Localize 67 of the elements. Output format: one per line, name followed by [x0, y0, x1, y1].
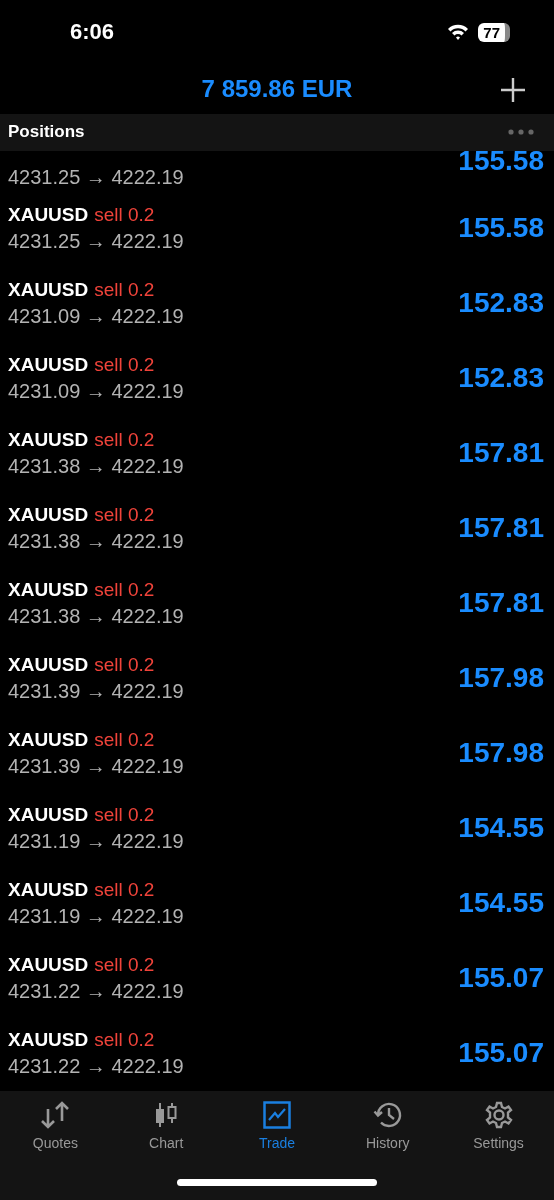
price-range: 4231.22 → 4222.19	[8, 979, 184, 1003]
order-side: sell 0.2	[94, 203, 155, 226]
symbol-label: XAUUSD	[8, 878, 89, 901]
order-side: sell 0.2	[94, 503, 155, 526]
order-side: sell 0.2	[94, 803, 155, 826]
profit-value: 157.81	[458, 437, 544, 470]
symbol-label: XAUUSD	[8, 278, 89, 301]
profit-value: 154.55	[458, 812, 544, 845]
price-range: 4231.38 → 4222.19	[8, 529, 184, 553]
settings-icon	[484, 1100, 513, 1129]
order-side: sell 0.2	[94, 728, 155, 751]
symbol-label: XAUUSD	[8, 1028, 89, 1051]
order-side: sell 0.2	[94, 653, 155, 676]
profit-value: 157.98	[458, 737, 544, 770]
order-side: sell 0.2	[94, 953, 155, 976]
price-range: 4231.38 → 4222.19	[8, 454, 184, 478]
profit-value: 152.83	[458, 287, 544, 320]
more-icon[interactable]	[508, 129, 534, 136]
price-range: 4231.25 → 4222.19	[8, 165, 184, 189]
symbol-label: XAUUSD	[8, 728, 89, 751]
price-range: 4231.39 → 4222.19	[8, 679, 184, 703]
section-title: Positions	[8, 122, 85, 143]
price-range: 4231.39 → 4222.19	[8, 754, 184, 778]
wifi-icon	[446, 23, 471, 42]
price-range: 4231.22 → 4222.19	[8, 1054, 184, 1078]
tab-item[interactable]: Chart	[110, 1100, 222, 1151]
tab-item[interactable]: History	[332, 1100, 444, 1151]
price-range: 4231.19 → 4222.19	[8, 904, 184, 928]
tab-item[interactable]: Settings	[443, 1100, 554, 1151]
order-side: sell 0.2	[94, 428, 155, 451]
price-range: 4231.09 → 4222.19	[8, 304, 184, 328]
order-side: sell 0.2	[94, 278, 155, 301]
symbol-label: XAUUSD	[8, 653, 89, 676]
symbol-label: XAUUSD	[8, 503, 89, 526]
profit-value: 157.81	[458, 512, 544, 545]
order-side: sell 0.2	[94, 578, 155, 601]
order-side: sell 0.2	[94, 878, 155, 901]
status-time: 6:06	[70, 19, 115, 46]
profit-value: 155.58	[458, 150, 544, 177]
battery-indicator: 77	[478, 22, 510, 42]
candlestick-icon	[154, 1100, 179, 1129]
add-icon[interactable]	[500, 76, 526, 103]
price-range: 4231.19 → 4222.19	[8, 829, 184, 853]
profit-value: 152.83	[458, 362, 544, 395]
profit-value: 157.81	[458, 587, 544, 620]
profit-value: 157.98	[458, 662, 544, 695]
profit-value: 155.07	[458, 962, 544, 995]
profit-value: 155.58	[458, 212, 544, 245]
tab-item[interactable]: Trade	[221, 1100, 333, 1151]
price-range: 4231.25 → 4222.19	[8, 229, 184, 253]
tab-item[interactable]: Quotes	[0, 1100, 111, 1151]
symbol-label: XAUUSD	[8, 353, 89, 376]
symbol-label: XAUUSD	[8, 203, 89, 226]
symbol-label: XAUUSD	[8, 428, 89, 451]
symbol-label: XAUUSD	[8, 953, 89, 976]
line-chart-icon	[263, 1100, 291, 1129]
profit-value: 155.07	[458, 1037, 544, 1070]
order-side: sell 0.2	[94, 353, 155, 376]
symbol-label: XAUUSD	[8, 578, 89, 601]
price-range: 4231.09 → 4222.19	[8, 379, 184, 403]
profit-value: 154.55	[458, 887, 544, 920]
up-down-arrows-icon	[40, 1100, 71, 1129]
symbol-label: XAUUSD	[8, 803, 89, 826]
account-balance: 7 859.86 EUR	[201, 75, 353, 104]
order-side: sell 0.2	[94, 1028, 155, 1051]
price-range: 4231.38 → 4222.19	[8, 604, 184, 628]
history-icon	[372, 1100, 403, 1129]
